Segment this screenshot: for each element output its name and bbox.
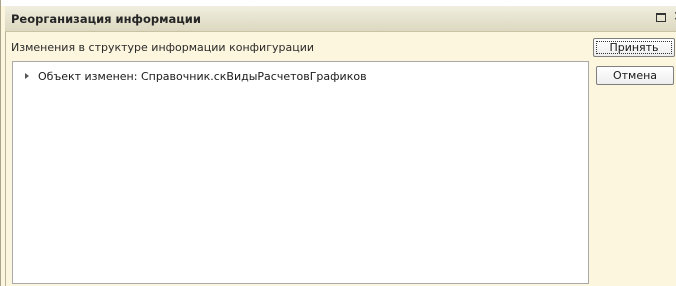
tree-item[interactable]: Объект изменен: Справочник.скВидыРасчето…: [25, 70, 367, 83]
cancel-button-label: Отмена: [612, 69, 658, 82]
focus-rect: [596, 41, 672, 54]
cancel-button[interactable]: Отмена: [596, 66, 674, 85]
changes-tree[interactable]: Объект изменен: Справочник.скВидыРасчето…: [12, 61, 589, 284]
titlebar[interactable]: Реорганизация информации ×: [5, 6, 676, 32]
maximize-icon[interactable]: [656, 13, 666, 22]
dialog-left-edge: [5, 32, 6, 286]
changes-subtitle: Изменения в структуре информации конфигу…: [11, 41, 314, 54]
expand-arrow-icon[interactable]: [25, 73, 29, 79]
tree-item-label: Объект изменен: Справочник.скВидыРасчето…: [38, 70, 367, 83]
window-title: Реорганизация информации: [11, 12, 201, 26]
accept-button[interactable]: Принять: [593, 38, 675, 57]
dialog-window: Реорганизация информации × Изменения в с…: [0, 0, 676, 286]
